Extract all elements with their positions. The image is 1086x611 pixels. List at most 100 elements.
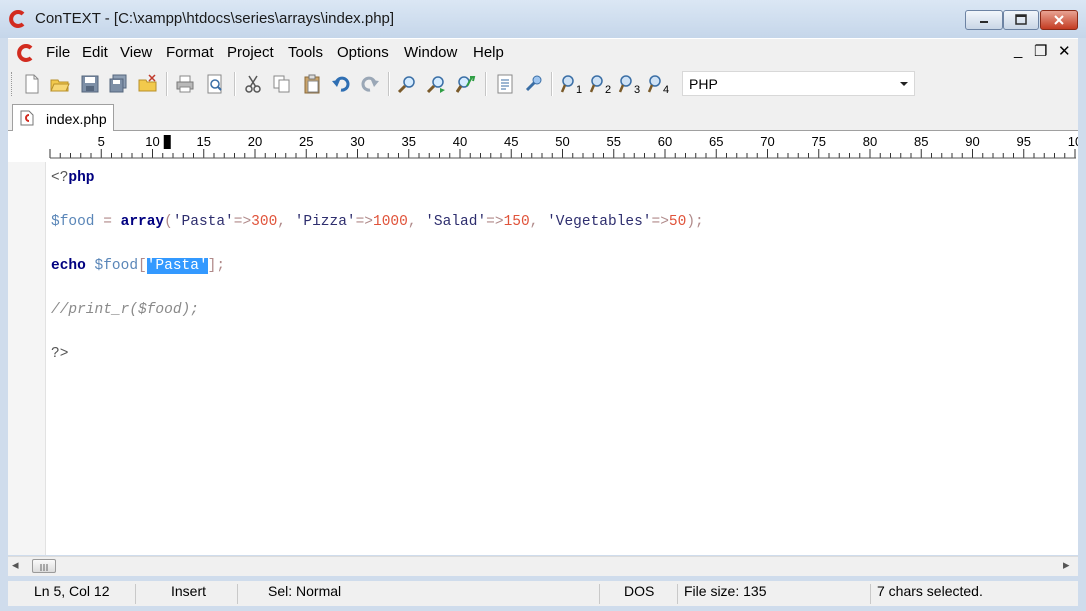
ruler-label: 20 [248,134,262,149]
menu-window[interactable]: Window [404,44,457,61]
minimize-icon [980,21,988,23]
code-line[interactable]: $food = array('Pasta'=>300, 'Pizza'=>100… [51,211,704,233]
print-preview-icon[interactable] [205,74,225,94]
save-icon[interactable] [80,74,100,94]
scroll-left-arrow-icon[interactable]: ◂ [12,557,19,573]
grip-icon [40,564,48,571]
code-line[interactable]: echo $food['Pasta']; [51,255,704,277]
document-properties-icon[interactable] [495,74,515,94]
window-title: ConTEXT - [C:\xampp\htdocs\series\arrays… [35,10,395,27]
menu-file[interactable]: File [46,44,70,61]
code-line[interactable]: ?> [51,343,704,365]
user-command-2-icon[interactable]: 2 [589,74,613,94]
code-line[interactable] [51,277,704,299]
code-editor[interactable]: <?php $food = array('Pasta'=>300, 'Pizza'… [8,162,1078,555]
toolbar: 1 2 3 4 PHP [8,66,1078,102]
replace-icon[interactable] [456,74,476,94]
code-line[interactable] [51,233,704,255]
status-bar: Ln 5, Col 12 Insert Sel: Normal DOS File… [8,581,1078,606]
status-insert-mode: Insert [171,583,207,599]
open-file-icon[interactable] [50,74,70,94]
user-command-1-label: 1 [576,84,582,94]
ruler-label: 90 [965,134,979,149]
code-token: <? [51,170,69,186]
ruler-label: 70 [760,134,774,149]
code-token: 'Vegetables' [547,214,652,230]
user-command-4-label: 4 [663,84,669,94]
code-text[interactable]: <?php $food = array('Pasta'=>300, 'Pizza'… [51,167,704,365]
user-command-3-label: 3 [634,84,640,94]
new-file-icon[interactable] [22,74,42,94]
maximize-button[interactable] [1003,10,1039,30]
menu-project[interactable]: Project [227,44,274,61]
code-token: 'Pasta' [172,214,234,230]
status-selected-info: 7 chars selected. [877,583,983,599]
cut-icon[interactable] [243,74,263,94]
code-token: 50 [668,214,687,230]
menu-format[interactable]: Format [166,44,214,61]
find-icon[interactable] [397,74,417,94]
code-line[interactable] [51,189,704,211]
mdi-restore-button[interactable]: ❐ [1034,42,1047,60]
code-token: 'Salad' [425,214,487,230]
menu-tools[interactable]: Tools [288,44,323,61]
ruler-label: 60 [658,134,672,149]
code-token: => [233,214,252,230]
title-bar: ConTEXT - [C:\xampp\htdocs\series\arrays… [0,0,1086,38]
highlighter-select[interactable]: PHP [682,71,915,96]
context-logo-icon [9,10,25,28]
user-command-1-icon[interactable]: 1 [560,74,584,94]
close-file-icon[interactable] [138,74,158,94]
code-token: echo [51,258,86,274]
code-token: => [355,214,374,230]
menu-edit[interactable]: Edit [82,44,108,61]
mdi-close-button[interactable]: ✕ [1058,42,1071,60]
menu-help[interactable]: Help [473,44,504,61]
horizontal-scrollbar[interactable]: ◂ ▸ [8,556,1078,576]
scroll-right-arrow-icon[interactable]: ▸ [1063,557,1070,573]
ruler-label: 40 [453,134,467,149]
highlighter-value: PHP [689,76,718,92]
copy-icon[interactable] [272,74,292,94]
find-next-icon[interactable] [426,74,446,94]
tool-wrench-icon[interactable] [523,74,543,94]
ruler-label: 10 [1068,134,1078,149]
ruler-label: 25 [299,134,313,149]
undo-icon[interactable] [331,74,351,94]
user-command-3-icon[interactable]: 3 [618,74,642,94]
ruler-label: 45 [504,134,518,149]
code-token: ( [164,214,173,230]
user-command-4-icon[interactable]: 4 [647,74,671,94]
ruler-label: 55 [607,134,621,149]
redo-icon[interactable] [360,74,380,94]
mdi-minimize-button[interactable]: _ [1014,42,1022,59]
chevron-down-icon [900,82,908,86]
save-all-icon[interactable] [108,74,128,94]
menu-view[interactable]: View [120,44,152,61]
code-token: php [68,170,95,186]
ruler-label: 30 [350,134,364,149]
ruler-label: 95 [1017,134,1031,149]
code-line[interactable]: <?php [51,167,704,189]
ruler-cursor-marker [163,135,171,149]
document-logo-icon[interactable] [16,43,36,63]
ruler-label: 10 [145,134,159,149]
code-line[interactable]: //print_r($food); [51,299,704,321]
editor-gutter [8,162,46,555]
menu-options[interactable]: Options [337,44,389,61]
tab-index-php[interactable]: index.php [12,104,114,131]
paste-icon[interactable] [302,74,322,94]
close-button[interactable] [1040,10,1078,30]
code-token: , [277,214,295,230]
scrollbar-thumb[interactable] [32,559,56,573]
code-line[interactable] [51,321,704,343]
ruler-label: 35 [402,134,416,149]
code-token: 300 [251,214,278,230]
ruler-label: 50 [555,134,569,149]
status-file-size: File size: 135 [684,583,767,599]
code-token: 1000 [373,214,408,230]
code-token: => [486,214,504,230]
print-icon[interactable] [175,74,195,94]
minimize-button[interactable] [965,10,1003,30]
close-icon [1054,15,1064,25]
